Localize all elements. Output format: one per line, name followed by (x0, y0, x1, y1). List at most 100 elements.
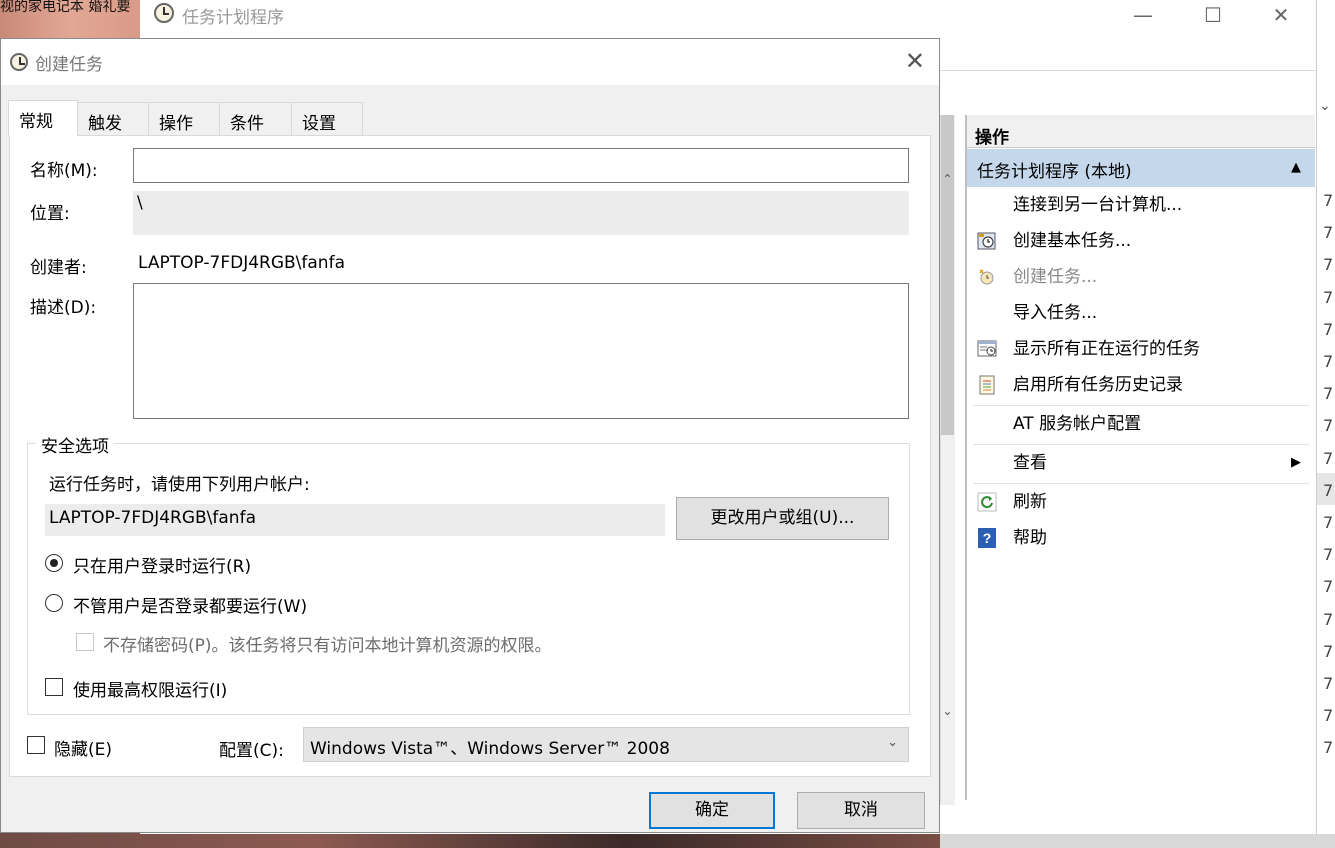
tab-actions[interactable]: 操作 (148, 102, 220, 136)
actions-group-title: 任务计划程序 (本地) (977, 162, 1132, 182)
help-icon: ? (978, 528, 996, 548)
name-input[interactable] (133, 148, 909, 183)
action-create-basic-task[interactable]: 创建基本任务... (967, 223, 1315, 259)
main-window-title: 任务计划程序 (182, 8, 284, 28)
run-whether-logged-radio[interactable] (45, 594, 63, 612)
change-user-button[interactable]: 更改用户或组(U)... (676, 497, 889, 540)
list-item: 7 (1323, 416, 1334, 436)
action-label: 启用所有任务历史记录 (1013, 375, 1183, 395)
action-label: 查看 (1013, 453, 1047, 473)
author-value: LAPTOP-7FDJ4RGB\fanfa (138, 253, 345, 273)
tab-general[interactable]: 常规 (8, 100, 78, 136)
history-icon (979, 375, 995, 395)
maximize-button[interactable]: ☐ (1178, 0, 1248, 30)
no-store-password-label: 不存储密码(P)。该任务将只有访问本地计算机资源的权限。 (103, 636, 552, 656)
highest-privileges-checkbox[interactable] (45, 678, 63, 696)
user-account-value: LAPTOP-7FDJ4RGB\fanfa (45, 504, 665, 536)
general-tab-panel: 名称(M): 位置: \ 创建者: LAPTOP-7FDJ4RGB\fanfa … (9, 135, 931, 777)
list-item: 7 (1323, 577, 1334, 597)
list-item: 7 (1323, 191, 1334, 210)
action-import-task[interactable]: 导入任务... (967, 295, 1315, 331)
tab-settings[interactable]: 设置 (291, 102, 363, 136)
list-item: 7 (1323, 319, 1334, 339)
tab-triggers[interactable]: 触发器 (77, 102, 149, 159)
wizard-task-icon (977, 232, 996, 250)
list-item: 7 (1323, 480, 1334, 500)
list-item: 7 (1323, 223, 1334, 243)
clock-icon (10, 53, 28, 71)
list-item: 7 (1323, 513, 1334, 532)
action-create-task[interactable]: 创建任务... (967, 259, 1315, 295)
action-label: 连接到另一台计算机... (1013, 195, 1183, 215)
list-item: 7 (1323, 352, 1334, 371)
cancel-button[interactable]: 取消 (797, 792, 925, 829)
clock-icon (154, 3, 174, 23)
actions-panel: 操作 任务计划程序 (本地) ▲ 连接到另一台计算机... 创建基本任务... … (965, 115, 1315, 800)
list-item: 7 (1323, 287, 1334, 307)
scroll-up-icon[interactable]: ⌃ (940, 172, 955, 186)
config-select-value: Windows Vista™、Windows Server™ 2008 (310, 739, 670, 759)
run-logged-on-label[interactable]: 只在用户登录时运行(R) (73, 552, 251, 577)
main-statusbar (940, 834, 1335, 848)
desktop-background-snippet: 视的家电记本 婚礼要 (0, 0, 142, 38)
create-task-icon (979, 269, 994, 285)
list-item: 7 (1323, 609, 1334, 629)
action-refresh[interactable]: 刷新 (967, 484, 1315, 520)
right-edge-column: ⌄ 7 7 7 7 7 7 7 7 7 7 7 7 7 7 7 7 7 7 (1316, 0, 1335, 848)
dialog-title: 创建任务 (35, 55, 103, 75)
highest-privileges-label[interactable]: 使用最高权限运行(I) (73, 676, 227, 701)
name-label: 名称(M): (30, 161, 98, 181)
run-as-prompt: 运行任务时，请使用下列用户帐户: (49, 475, 310, 495)
list-item: 7 (1323, 448, 1334, 468)
list-item: 7 (1323, 545, 1334, 565)
config-select[interactable]: Windows Vista™、Windows Server™ 2008 ⌄ (303, 727, 909, 762)
action-label: AT 服务帐户配置 (1013, 414, 1142, 434)
list-item: 7 (1323, 738, 1334, 758)
ok-button[interactable]: 确定 (649, 792, 775, 829)
chevron-down-icon: ⌄ (887, 735, 898, 750)
action-help[interactable]: ? 帮助 (967, 520, 1315, 556)
action-label: 导入任务... (1013, 303, 1098, 323)
run-logged-on-radio[interactable] (45, 554, 63, 572)
action-label: 帮助 (1013, 528, 1047, 548)
config-label: 配置(C): (219, 741, 284, 761)
list-item: 7 (1323, 674, 1334, 693)
action-show-running[interactable]: 显示所有正在运行的任务 (967, 331, 1315, 367)
list-item: 7 (1323, 384, 1334, 404)
run-whether-logged-label[interactable]: 不管用户是否登录都要运行(W) (73, 592, 307, 617)
chevron-down-icon[interactable]: ⌄ (1319, 98, 1331, 114)
hidden-label[interactable]: 隐藏(E) (54, 735, 112, 760)
action-connect-computer[interactable]: 连接到另一台计算机... (967, 187, 1315, 223)
dialog-close-button[interactable]: ✕ (905, 47, 925, 75)
list-item: 7 (1323, 706, 1334, 726)
close-button[interactable]: ✕ (1246, 0, 1316, 30)
action-label: 显示所有正在运行的任务 (1013, 339, 1200, 359)
hidden-checkbox[interactable] (27, 736, 45, 754)
no-store-password-checkbox[interactable] (76, 633, 94, 651)
center-scrollbar-thumb[interactable] (941, 115, 954, 435)
list-item: 7 (1323, 255, 1334, 275)
actions-header: 操作 (967, 115, 1315, 148)
action-label: 创建任务... (1013, 267, 1098, 287)
collapse-up-icon[interactable]: ▲ (1291, 160, 1301, 175)
action-label: 刷新 (1013, 492, 1047, 512)
description-textarea[interactable] (133, 283, 909, 419)
action-view[interactable]: 查看 ▶ (967, 445, 1315, 481)
create-task-dialog: 创建任务 ✕ 常规 触发器 操作 条件 设置 名称(M): 位置: \ 创建者:… (0, 38, 940, 833)
security-options-title: 安全选项 (36, 432, 114, 457)
minimize-button[interactable]: — (1108, 0, 1178, 30)
action-at-service-config[interactable]: AT 服务帐户配置 (967, 406, 1315, 442)
actions-group-local[interactable]: 任务计划程序 (本地) ▲ (967, 149, 1315, 187)
location-value: \ (133, 191, 909, 235)
author-label: 创建者: (30, 258, 87, 278)
action-enable-history[interactable]: 启用所有任务历史记录 (967, 367, 1315, 403)
tab-conditions[interactable]: 条件 (219, 102, 292, 136)
description-label: 描述(D): (30, 298, 97, 318)
submenu-arrow-icon: ▶ (1291, 455, 1301, 470)
refresh-icon (977, 492, 997, 512)
list-item: 7 (1323, 641, 1334, 661)
background-text: 视的家电记本 婚礼要 (0, 0, 131, 15)
svg-text:?: ? (983, 530, 992, 546)
dialog-titlebar: 创建任务 ✕ (1, 39, 939, 85)
scroll-down-icon[interactable]: ⌄ (940, 704, 955, 718)
